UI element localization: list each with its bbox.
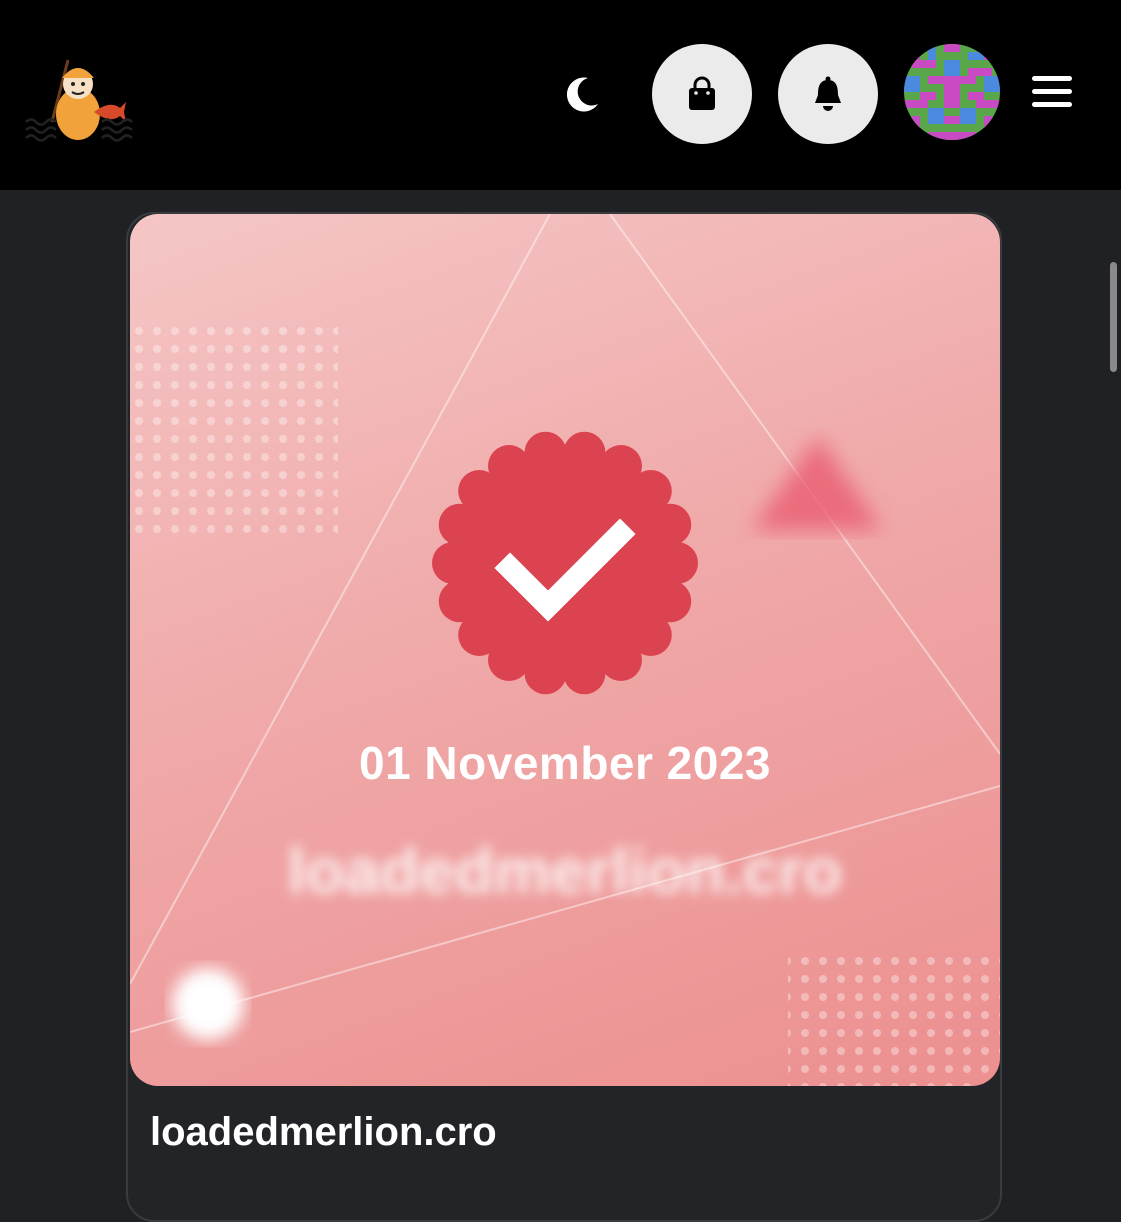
mint-date: 01 November 2023 [358, 737, 772, 789]
cart-button[interactable] [652, 44, 752, 144]
site-logo[interactable] [22, 52, 136, 148]
verified-check-badge-icon [432, 431, 698, 695]
user-avatar[interactable] [904, 44, 1000, 140]
moon-icon [566, 77, 598, 112]
theme-toggle-button[interactable] [560, 72, 604, 116]
nft-image-name-blurred: loadedmerlion.cro [287, 835, 843, 907]
domain-name[interactable]: loadedmerlion.cro [150, 1110, 497, 1155]
menu-bar-icon [1032, 102, 1072, 107]
hamburger-menu-button[interactable] [1032, 72, 1072, 112]
pixel-avatar-icon [904, 44, 1000, 140]
top-header [0, 0, 1121, 190]
notifications-button[interactable] [778, 44, 878, 144]
merlion-fisherman-logo-icon [25, 59, 133, 142]
shopping-bag-icon [689, 76, 715, 110]
bell-icon [815, 76, 841, 111]
nft-image[interactable]: 01 November 2023 loadedmerlion.cro [130, 214, 1000, 1086]
page-scrollbar[interactable] [1110, 262, 1117, 372]
menu-bar-icon [1032, 76, 1072, 81]
menu-bar-icon [1032, 89, 1072, 94]
